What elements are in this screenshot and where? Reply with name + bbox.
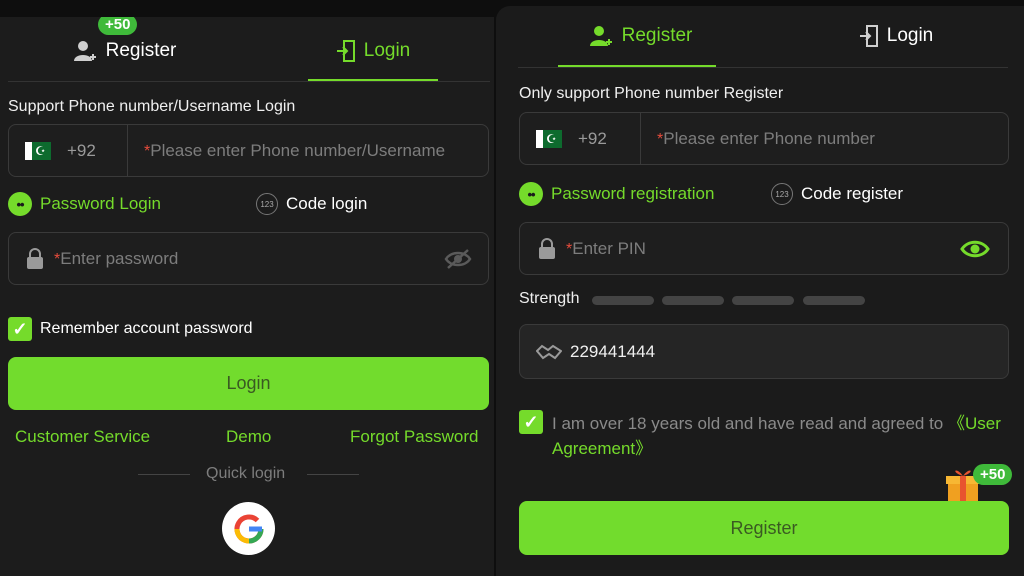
handshake-icon xyxy=(536,344,562,359)
strength-bar-4 xyxy=(803,296,865,305)
demo-link[interactable]: Demo xyxy=(226,427,271,447)
register-panel: Register Login Only support Phone number… xyxy=(496,6,1024,576)
lock-icon xyxy=(539,237,555,259)
quick-login-divider-right xyxy=(307,474,359,475)
country-selector[interactable]: +92 xyxy=(520,129,640,149)
strength-label: Strength xyxy=(519,290,580,307)
password-login-label: Password Login xyxy=(40,194,161,213)
password-dots-icon: •• xyxy=(519,182,543,206)
password-placeholder: Enter password xyxy=(60,248,179,268)
agreement-check-icon: ✓ xyxy=(519,410,543,434)
user-add-icon xyxy=(73,41,96,61)
forgot-password-link[interactable]: Forgot Password xyxy=(350,427,479,447)
pin-placeholder: Enter PIN xyxy=(572,238,646,258)
section-label: Only support Phone number Register xyxy=(519,85,784,102)
code-login-label: Code login xyxy=(286,194,368,213)
strength-bar-3 xyxy=(732,296,794,305)
login-panel: Register +50 Login Support Phone number/… xyxy=(0,17,494,576)
phone-input[interactable]: *Please enter Phone number/Username xyxy=(128,141,445,161)
tab-divider xyxy=(518,67,1008,68)
remember-password-option[interactable]: ✓ Remember account password xyxy=(8,317,253,341)
invite-code-field[interactable]: 229441444 xyxy=(519,324,1009,379)
google-login-button[interactable] xyxy=(222,502,275,555)
phone-username-field[interactable]: +92 *Please enter Phone number/Username xyxy=(8,124,489,177)
phone-field[interactable]: +92 *Please enter Phone number xyxy=(519,112,1009,165)
password-input[interactable]: *Enter password xyxy=(44,249,444,269)
lock-icon xyxy=(27,247,43,269)
password-dots-icon: •• xyxy=(8,192,32,216)
register-bonus-badge: +50 xyxy=(98,17,138,35)
tab-login[interactable]: Login xyxy=(318,31,428,71)
password-registration-label: Password registration xyxy=(551,184,715,203)
section-label: Support Phone number/Username Login xyxy=(8,98,296,115)
quick-login-label: Quick login xyxy=(206,465,286,482)
login-button[interactable]: Login xyxy=(8,357,489,410)
register-button[interactable]: Register xyxy=(519,501,1009,555)
eye-visible-icon[interactable] xyxy=(960,238,990,260)
tab-register[interactable]: Register xyxy=(60,31,190,71)
tab-register[interactable]: Register xyxy=(576,16,706,56)
tab-register-label: Register xyxy=(621,25,693,46)
password-field[interactable]: *Enter password xyxy=(8,232,489,285)
country-selector[interactable]: +92 xyxy=(9,141,127,161)
code-123-icon: 123 xyxy=(256,193,278,215)
pin-input[interactable]: *Enter PIN xyxy=(556,239,960,259)
code-register-option[interactable]: 123 Code register xyxy=(771,183,903,205)
pakistan-flag-icon xyxy=(536,129,562,148)
user-add-icon xyxy=(589,26,612,46)
phone-placeholder: Please enter Phone number/Username xyxy=(150,140,446,160)
code-login-option[interactable]: 123 Code login xyxy=(256,193,367,215)
agreement-statement: I am over 18 years old and have read and… xyxy=(552,414,948,433)
country-code: +92 xyxy=(67,140,96,160)
invite-code-value: 229441444 xyxy=(570,341,656,361)
agreement-checkbox[interactable]: ✓ xyxy=(519,410,543,434)
code-123-icon: 123 xyxy=(771,183,793,205)
country-code: +92 xyxy=(578,128,607,148)
quick-login-divider-left xyxy=(138,474,190,475)
strength-bar-2 xyxy=(662,296,724,305)
tab-register-label: Register xyxy=(105,40,177,61)
login-door-icon xyxy=(859,25,878,47)
google-icon xyxy=(234,514,263,543)
login-door-icon xyxy=(336,40,355,62)
tab-login-label: Login xyxy=(886,25,934,46)
phone-placeholder: Please enter Phone number xyxy=(663,128,875,148)
register-bonus-badge: +50 xyxy=(973,464,1013,485)
password-login-option[interactable]: •• Password Login xyxy=(8,192,161,216)
customer-service-link[interactable]: Customer Service xyxy=(15,427,150,447)
eye-hidden-icon[interactable] xyxy=(444,248,472,270)
phone-input[interactable]: *Please enter Phone number xyxy=(641,129,875,149)
pakistan-flag-icon xyxy=(25,141,51,160)
tab-divider xyxy=(8,81,490,82)
agreement-text: I am over 18 years old and have read and… xyxy=(552,411,1014,461)
password-registration-option[interactable]: •• Password registration xyxy=(519,182,714,206)
strength-bar-1 xyxy=(592,296,654,305)
code-register-label: Code register xyxy=(801,184,904,203)
remember-checkbox[interactable]: ✓ xyxy=(8,317,32,341)
tab-login[interactable]: Login xyxy=(846,16,946,56)
pin-field[interactable]: *Enter PIN xyxy=(519,222,1009,275)
remember-label: Remember account password xyxy=(40,320,253,337)
tab-login-label: Login xyxy=(363,40,411,61)
